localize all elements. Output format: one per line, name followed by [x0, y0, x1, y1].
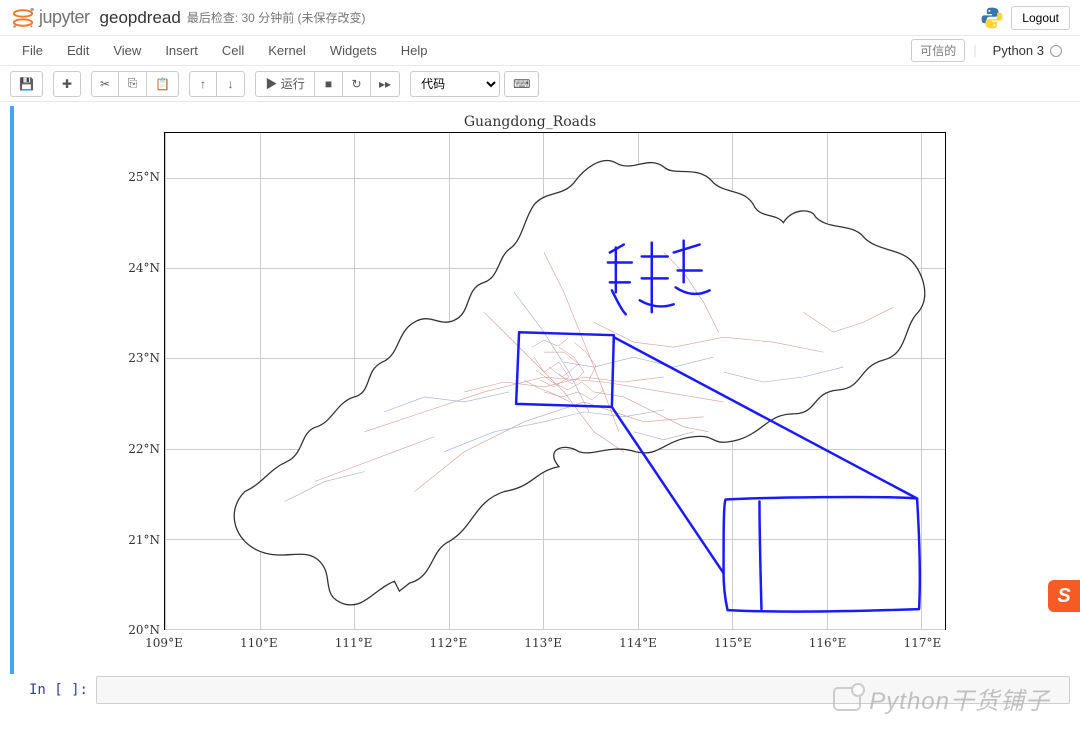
command-palette-button[interactable]: ⌨ — [504, 71, 539, 97]
header-right: Logout — [979, 5, 1070, 31]
menu-kernel[interactable]: Kernel — [256, 39, 318, 62]
menu-file[interactable]: File — [10, 39, 55, 62]
x-tick: 109°E — [145, 636, 183, 650]
move-down-button[interactable]: ↓ — [217, 71, 245, 97]
x-tick: 117°E — [904, 636, 942, 650]
y-tick: 25°N — [104, 170, 160, 184]
menu-help[interactable]: Help — [389, 39, 440, 62]
chart-output: Guangdong_Roads — [100, 110, 960, 670]
python-icon — [979, 5, 1005, 31]
trusted-indicator[interactable]: 可信的 — [911, 39, 965, 62]
y-tick: 22°N — [104, 442, 160, 456]
chart-plot-area — [164, 132, 946, 630]
header: jupyter geopdread 最后检查: 30 分钟前 (未保存改变) L… — [0, 0, 1080, 36]
y-tick: 24°N — [104, 261, 160, 275]
move-up-button[interactable]: ↑ — [189, 71, 217, 97]
logo-text: jupyter — [39, 7, 90, 28]
sogou-ime-icon[interactable]: S — [1048, 580, 1080, 612]
menu-view[interactable]: View — [101, 39, 153, 62]
chart-title: Guangdong_Roads — [464, 114, 596, 130]
y-tick: 21°N — [104, 533, 160, 547]
watermark-text: Python干货铺子 — [869, 681, 1050, 716]
menubar: File Edit View Insert Cell Kernel Widget… — [0, 36, 1080, 66]
output-prompt — [14, 106, 100, 674]
restart-button[interactable]: ↻ — [343, 71, 371, 97]
x-tick: 110°E — [240, 636, 278, 650]
menu-insert[interactable]: Insert — [153, 39, 210, 62]
interrupt-button[interactable]: ■ — [315, 71, 343, 97]
annotation-overlay — [165, 133, 945, 629]
logout-button[interactable]: Logout — [1011, 6, 1070, 30]
jupyter-logo[interactable]: jupyter — [10, 5, 90, 31]
save-button[interactable]: 💾 — [10, 71, 43, 97]
menu-cell[interactable]: Cell — [210, 39, 256, 62]
map-guangdong — [165, 133, 945, 629]
kernel-idle-icon — [1050, 45, 1062, 57]
checkpoint-status: 最后检查: 30 分钟前 (未保存改变) — [187, 9, 366, 26]
x-tick: 114°E — [619, 636, 657, 650]
paste-button[interactable]: 📋 — [147, 71, 179, 97]
wechat-icon — [833, 687, 861, 711]
x-tick: 112°E — [430, 636, 468, 650]
output-cell[interactable]: Guangdong_Roads — [10, 106, 1070, 674]
cut-button[interactable]: ✂ — [91, 71, 119, 97]
y-tick: 20°N — [104, 623, 160, 637]
jupyter-icon — [10, 5, 36, 31]
x-tick: 115°E — [714, 636, 752, 650]
menu-edit[interactable]: Edit — [55, 39, 101, 62]
input-prompt: In [ ]: — [10, 676, 96, 704]
kernel-name[interactable]: Python 3 — [985, 41, 1070, 60]
separator: | — [973, 43, 976, 58]
restart-run-all-button[interactable]: ▸▸ — [371, 71, 400, 97]
run-button[interactable]: ▶ 运行 — [255, 71, 315, 97]
notebook-container[interactable]: Guangdong_Roads — [0, 102, 1080, 742]
x-tick: 113°E — [524, 636, 562, 650]
toolbar: 💾 ✚ ✂ ⎘ 📋 ↑ ↓ ▶ 运行 ■ ↻ ▸▸ 代码 ⌨ — [0, 66, 1080, 102]
cell-type-select[interactable]: 代码 — [410, 71, 500, 97]
add-cell-button[interactable]: ✚ — [53, 71, 81, 97]
x-tick: 111°E — [335, 636, 373, 650]
output-area: Guangdong_Roads — [100, 106, 1070, 674]
y-tick: 23°N — [104, 351, 160, 365]
copy-button[interactable]: ⎘ — [119, 71, 147, 97]
menu-widgets[interactable]: Widgets — [318, 39, 389, 62]
watermark: Python干货铺子 — [833, 681, 1050, 716]
notebook-name[interactable]: geopdread — [100, 8, 181, 28]
x-tick: 116°E — [809, 636, 847, 650]
